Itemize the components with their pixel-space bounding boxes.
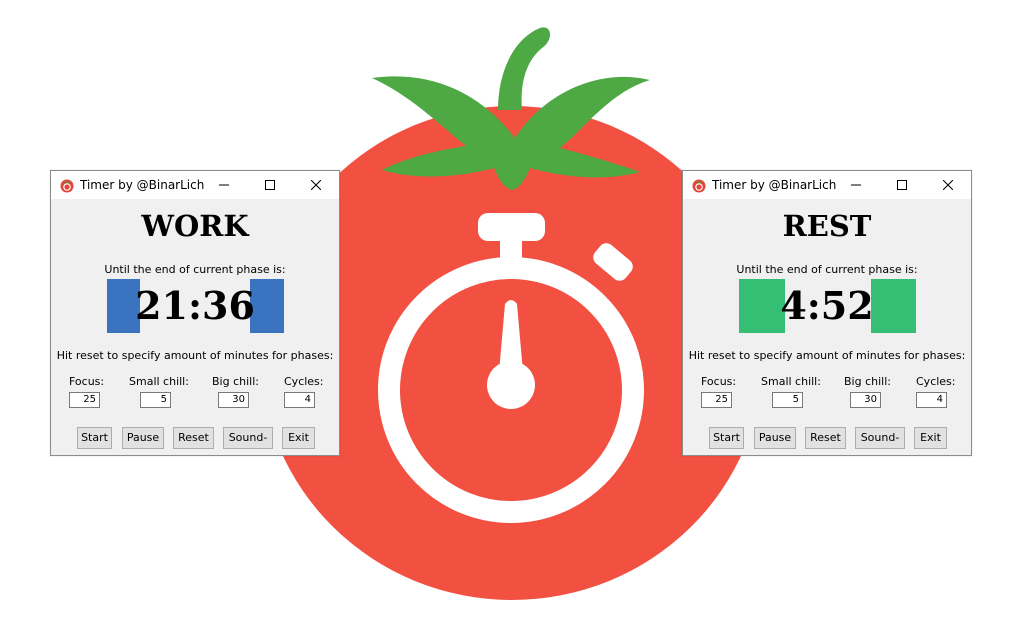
big-chill-label: Big chill: xyxy=(844,375,891,388)
big-chill-input[interactable]: 30 xyxy=(218,392,249,408)
start-button[interactable]: Start xyxy=(709,427,744,449)
close-icon xyxy=(943,180,953,190)
focus-label: Focus: xyxy=(701,375,737,388)
reset-button[interactable]: Reset xyxy=(805,427,846,449)
minimize-icon xyxy=(219,184,229,186)
minimize-button[interactable] xyxy=(201,171,247,199)
phase-label: WORK xyxy=(141,209,249,243)
minimize-button[interactable] xyxy=(833,171,879,199)
focus-input[interactable]: 25 xyxy=(701,392,732,408)
exit-button[interactable]: Exit xyxy=(914,427,947,449)
title-bar[interactable]: Timer by @BinarLich xyxy=(51,171,339,199)
cycles-input[interactable]: 4 xyxy=(284,392,315,408)
maximize-icon xyxy=(897,180,907,190)
time-remaining: 4:52 xyxy=(780,283,874,328)
maximize-button[interactable] xyxy=(879,171,925,199)
cycles-label: Cycles: xyxy=(284,375,324,388)
focus-label: Focus: xyxy=(69,375,105,388)
start-button[interactable]: Start xyxy=(77,427,112,449)
exit-button[interactable]: Exit xyxy=(282,427,315,449)
cycles-label: Cycles: xyxy=(916,375,956,388)
big-chill-label: Big chill: xyxy=(212,375,259,388)
close-icon xyxy=(311,180,321,190)
timer-window-work: Timer by @BinarLich WORK Until the end o… xyxy=(50,170,340,456)
focus-input[interactable]: 25 xyxy=(69,392,100,408)
maximize-icon xyxy=(265,180,275,190)
cycles-input[interactable]: 4 xyxy=(916,392,947,408)
small-chill-label: Small chill: xyxy=(129,375,189,388)
tomato-icon xyxy=(60,179,74,193)
small-chill-label: Small chill: xyxy=(761,375,821,388)
maximize-button[interactable] xyxy=(247,171,293,199)
reset-button[interactable]: Reset xyxy=(173,427,214,449)
pause-button[interactable]: Pause xyxy=(122,427,164,449)
window-title: Timer by @BinarLich xyxy=(80,178,205,192)
sound-button[interactable]: Sound- xyxy=(223,427,273,449)
window-title: Timer by @BinarLich xyxy=(712,178,837,192)
big-chill-input[interactable]: 30 xyxy=(850,392,881,408)
settings-hint: Hit reset to specify amount of minutes f… xyxy=(56,349,334,362)
title-bar[interactable]: Timer by @BinarLich xyxy=(683,171,971,199)
close-button[interactable] xyxy=(293,171,339,199)
tomato-icon xyxy=(692,179,706,193)
timer-display: 4:52 xyxy=(683,279,971,333)
minimize-icon xyxy=(851,184,861,186)
small-chill-input[interactable]: 5 xyxy=(772,392,803,408)
sound-button[interactable]: Sound- xyxy=(855,427,905,449)
until-label: Until the end of current phase is: xyxy=(736,263,918,276)
time-remaining: 21:36 xyxy=(135,283,255,328)
close-button[interactable] xyxy=(925,171,971,199)
timer-window-rest: Timer by @BinarLich REST Until the end o… xyxy=(682,170,972,456)
settings-hint: Hit reset to specify amount of minutes f… xyxy=(688,349,966,362)
timer-display: 21:36 xyxy=(51,279,339,333)
until-label: Until the end of current phase is: xyxy=(104,263,286,276)
phase-label: REST xyxy=(782,209,872,243)
pause-button[interactable]: Pause xyxy=(754,427,796,449)
small-chill-input[interactable]: 5 xyxy=(140,392,171,408)
